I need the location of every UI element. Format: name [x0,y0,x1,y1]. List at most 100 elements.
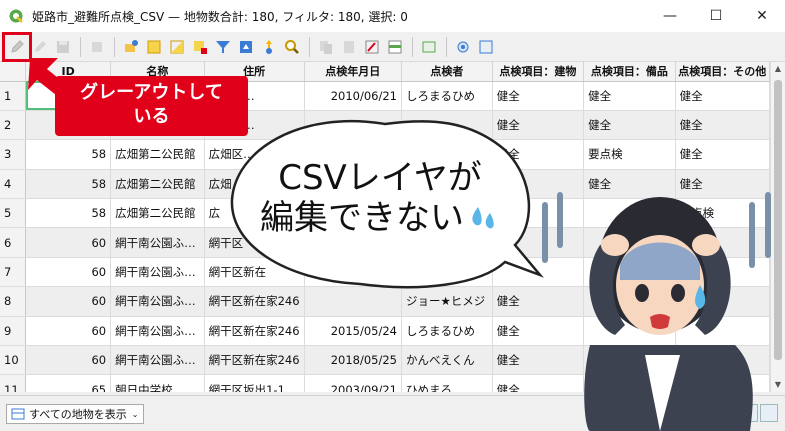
column-header-inspection-date[interactable]: 点検年月日 [304,62,402,82]
cell-name[interactable]: 広畑第二公民館 [110,139,205,170]
cell-inspection-date[interactable]: 2003/09/21 [304,374,402,392]
toolbar-separator [114,36,115,57]
callout-line-1: グレーアウトして [80,82,223,103]
cell-inspector[interactable]: ひめまろ [401,374,493,392]
cell-name[interactable]: 網干南公園ふ… [110,316,205,347]
column-header-building[interactable]: 点検項目：建物 [492,62,585,82]
cell-inspection-date[interactable]: 2018/05/25 [304,345,402,376]
cell-name[interactable]: 網干南公園ふ… [110,227,205,258]
cell-id[interactable]: 58 [25,198,112,229]
cell-other[interactable]: 健全 [675,81,770,111]
cell-id[interactable]: 58 [25,169,112,200]
cell-id[interactable]: 60 [25,345,112,376]
pan-to-selection-button[interactable] [258,36,280,58]
show-features-filter-button[interactable]: すべての地物を表示 ⌄ [6,404,144,424]
row-number[interactable]: 9 [0,316,27,347]
cell-building[interactable]: 健全 [492,81,585,111]
cell-equipment[interactable]: 健全 [583,81,676,111]
cell-other[interactable]: 健全 [675,139,770,170]
row-number[interactable]: 2 [0,110,27,141]
cell-id[interactable]: 60 [25,316,112,347]
filter-icon [216,40,230,53]
row-number[interactable]: 10 [0,345,27,376]
filter-button[interactable] [212,36,234,58]
cell-inspector[interactable]: くん [401,110,493,141]
cell-id[interactable]: 60 [25,257,112,288]
bubble-text: CSVレイヤが 編集できない [260,158,500,238]
deselect-button[interactable] [189,36,211,58]
settings-button[interactable] [475,36,497,58]
cell-inspector[interactable]: しろまるひめ [401,316,493,347]
cell-name[interactable]: 網干南公園ふ… [110,345,205,376]
filter-label: すべての地物を表示 [29,408,127,421]
close-button[interactable]: ✕ [739,0,785,32]
row-number[interactable]: 5 [0,198,27,229]
delete-feature-button[interactable] [86,36,108,58]
column-header-other[interactable]: 点検項目：その他 [675,62,770,82]
conditional-format-button[interactable] [384,36,406,58]
title-bar: 姫路市_避難所点検_CSV — 地物数合計: 180, フィルタ: 180, 選… [0,0,785,32]
cell-inspection-date[interactable] [304,286,402,317]
move-selection-top-icon [240,40,252,53]
field-calculator-button[interactable] [361,36,383,58]
column-header-equipment[interactable]: 点検項目：備品 [583,62,676,82]
actions-button[interactable] [452,36,474,58]
bubble-line-2: 編集できない [260,198,464,238]
cell-name[interactable]: 網干南公園ふ… [110,257,205,288]
cell-id[interactable]: 65 [25,374,112,392]
cell-address[interactable]: 網干区新在家246 [204,345,305,376]
invert-selection-button[interactable] [166,36,188,58]
cell-address[interactable]: 網干区新在 [204,257,305,288]
cell-inspector[interactable]: ジョー★ヒメジ [401,286,493,317]
row-number[interactable]: 4 [0,169,27,200]
row-number[interactable]: 1 [0,81,27,111]
cell-equipment[interactable]: 要点検 [583,139,676,170]
cell-address[interactable]: 網干区新在家246 [204,286,305,317]
cell-address[interactable]: 網干区坂出1-1 [204,374,305,392]
worried-woman-illustration [542,192,771,431]
multi-edit-button[interactable] [29,36,51,58]
copy-button[interactable] [315,36,337,58]
new-field-button[interactable] [120,36,142,58]
paste-button[interactable] [338,36,360,58]
select-all-button[interactable] [143,36,165,58]
callout-line-2: いる [133,106,170,127]
dock-button[interactable] [418,36,440,58]
toggle-editing-button[interactable] [2,31,32,62]
corner-header[interactable] [0,62,27,82]
cell-building[interactable]: 健全 [492,139,585,170]
row-number[interactable]: 7 [0,257,27,288]
cell-name[interactable]: 広畑第二公民館 [110,198,205,229]
cell-inspector[interactable] [401,257,493,288]
multi-edit-icon [35,40,46,52]
conditional-format-icon [388,40,402,53]
cell-inspection-date[interactable] [304,257,402,288]
cell-equipment[interactable]: 健全 [583,110,676,141]
cell-inspector[interactable]: かんべえくん [401,345,493,376]
cell-name[interactable]: 広畑第二公民館 [110,169,205,200]
cell-inspection-date[interactable]: 2015/05/24 [304,316,402,347]
maximize-button[interactable]: ☐ [693,0,739,32]
cell-other[interactable]: 健全 [675,110,770,141]
cell-building[interactable]: 健全 [492,110,585,141]
row-number[interactable]: 3 [0,139,27,170]
column-header-inspector[interactable]: 点検者 [401,62,493,82]
move-selection-top-button[interactable] [235,36,257,58]
cell-name[interactable]: 網干南公園ふ… [110,286,205,317]
cell-inspector[interactable]: しろまるひめ [401,81,493,111]
row-number[interactable]: 8 [0,286,27,317]
cell-id[interactable]: 60 [25,227,112,258]
cell-name[interactable]: 朝日中学校 [110,374,205,392]
toolbar-separator [412,36,413,57]
cell-inspection-date[interactable]: 2010/06/21 [304,81,402,111]
scroll-up-icon[interactable]: ▲ [771,62,785,76]
save-edits-button[interactable] [52,36,74,58]
cell-id[interactable]: 60 [25,286,112,317]
zoom-to-selection-button[interactable] [281,36,303,58]
cell-id[interactable]: 58 [25,139,112,170]
cell-inspection-date[interactable] [304,110,402,141]
minimize-button[interactable]: — [647,0,693,32]
cell-address[interactable]: 網干区新在家246 [204,316,305,347]
row-number[interactable]: 11 [0,374,27,392]
row-number[interactable]: 6 [0,227,27,258]
